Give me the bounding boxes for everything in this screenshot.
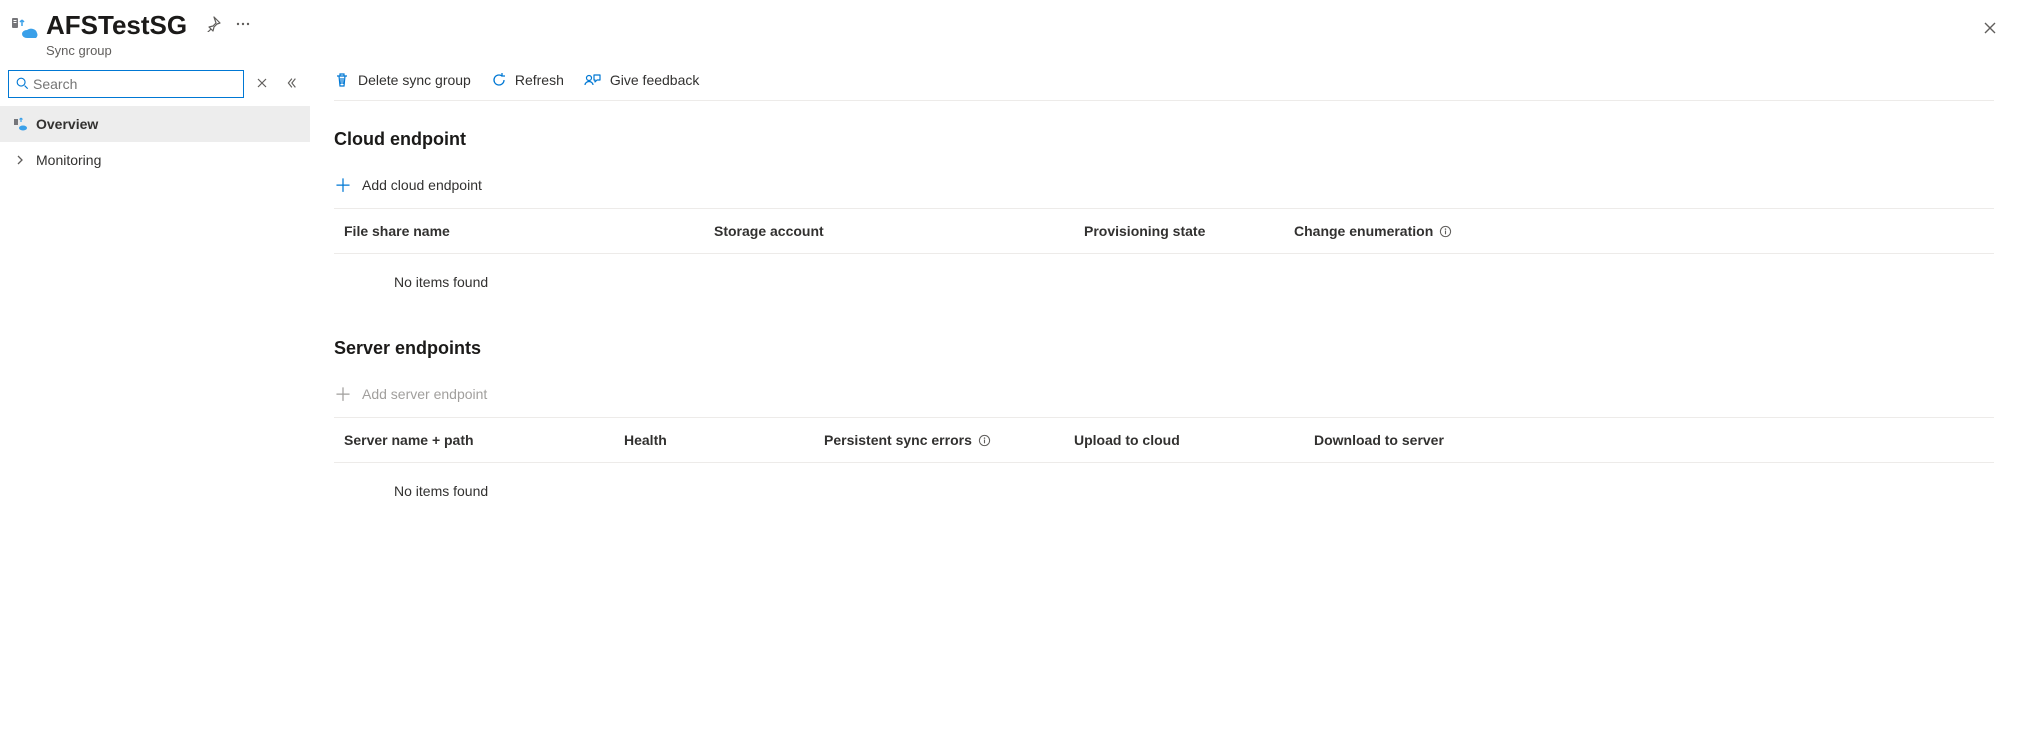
search-icon	[15, 76, 29, 93]
delete-sync-group-button[interactable]: Delete sync group	[334, 72, 471, 88]
close-button[interactable]	[1978, 16, 2002, 43]
trash-icon	[334, 72, 350, 88]
refresh-icon	[491, 72, 507, 88]
cloud-endpoint-table: File share name Storage account Provisio…	[334, 209, 1994, 310]
column-header[interactable]: Upload to cloud	[1074, 432, 1314, 448]
add-server-endpoint-button: ＋ Add server endpoint	[334, 371, 1994, 418]
cloud-endpoint-heading: Cloud endpoint	[334, 129, 2018, 150]
add-cloud-endpoint-button[interactable]: ＋ Add cloud endpoint	[334, 162, 1994, 209]
sidebar: Overview Monitoring	[0, 66, 310, 743]
chevron-right-icon	[12, 155, 28, 165]
column-header[interactable]: Storage account	[714, 223, 1084, 239]
plus-icon: ＋	[334, 172, 352, 198]
page-header: AFSTestSG Sync group	[0, 0, 2018, 66]
main-content: Delete sync group Refresh Give feedback …	[310, 66, 2018, 743]
search-box[interactable]	[8, 70, 244, 98]
empty-message: No items found	[334, 463, 1994, 519]
page-title: AFSTestSG	[46, 10, 187, 41]
plus-icon: ＋	[334, 381, 352, 407]
search-clear-button[interactable]	[252, 77, 272, 92]
column-header[interactable]: Server name + path	[334, 432, 624, 448]
server-endpoints-heading: Server endpoints	[334, 338, 2018, 359]
column-header[interactable]: File share name	[334, 223, 714, 239]
info-icon[interactable]	[978, 434, 991, 447]
collapse-sidebar-button[interactable]	[280, 76, 302, 93]
toolbar: Delete sync group Refresh Give feedback	[334, 66, 1994, 101]
add-label: Add cloud endpoint	[362, 177, 482, 193]
feedback-icon	[584, 72, 602, 88]
sidebar-item-monitoring[interactable]: Monitoring	[0, 142, 310, 178]
page-subtitle: Sync group	[46, 43, 187, 58]
add-label: Add server endpoint	[362, 386, 487, 402]
column-header[interactable]: Health	[624, 432, 824, 448]
give-feedback-button[interactable]: Give feedback	[584, 72, 700, 88]
refresh-button[interactable]: Refresh	[491, 72, 564, 88]
column-header[interactable]: Change enumeration	[1294, 223, 1994, 239]
empty-message: No items found	[334, 254, 1994, 310]
pin-button[interactable]	[205, 16, 221, 35]
server-endpoint-table: Server name + path Health Persistent syn…	[334, 418, 1994, 519]
sidebar-item-label: Overview	[36, 116, 98, 132]
overview-icon	[12, 116, 28, 132]
column-header[interactable]: Download to server	[1314, 432, 1994, 448]
search-input[interactable]	[29, 75, 237, 93]
sidebar-item-label: Monitoring	[36, 152, 101, 168]
toolbar-label: Delete sync group	[358, 72, 471, 88]
info-icon[interactable]	[1439, 225, 1452, 238]
column-header[interactable]: Provisioning state	[1084, 223, 1294, 239]
sync-group-icon	[10, 14, 38, 45]
toolbar-label: Give feedback	[610, 72, 700, 88]
toolbar-label: Refresh	[515, 72, 564, 88]
column-header[interactable]: Persistent sync errors	[824, 432, 1074, 448]
sidebar-item-overview[interactable]: Overview	[0, 106, 310, 142]
more-button[interactable]	[235, 16, 251, 35]
